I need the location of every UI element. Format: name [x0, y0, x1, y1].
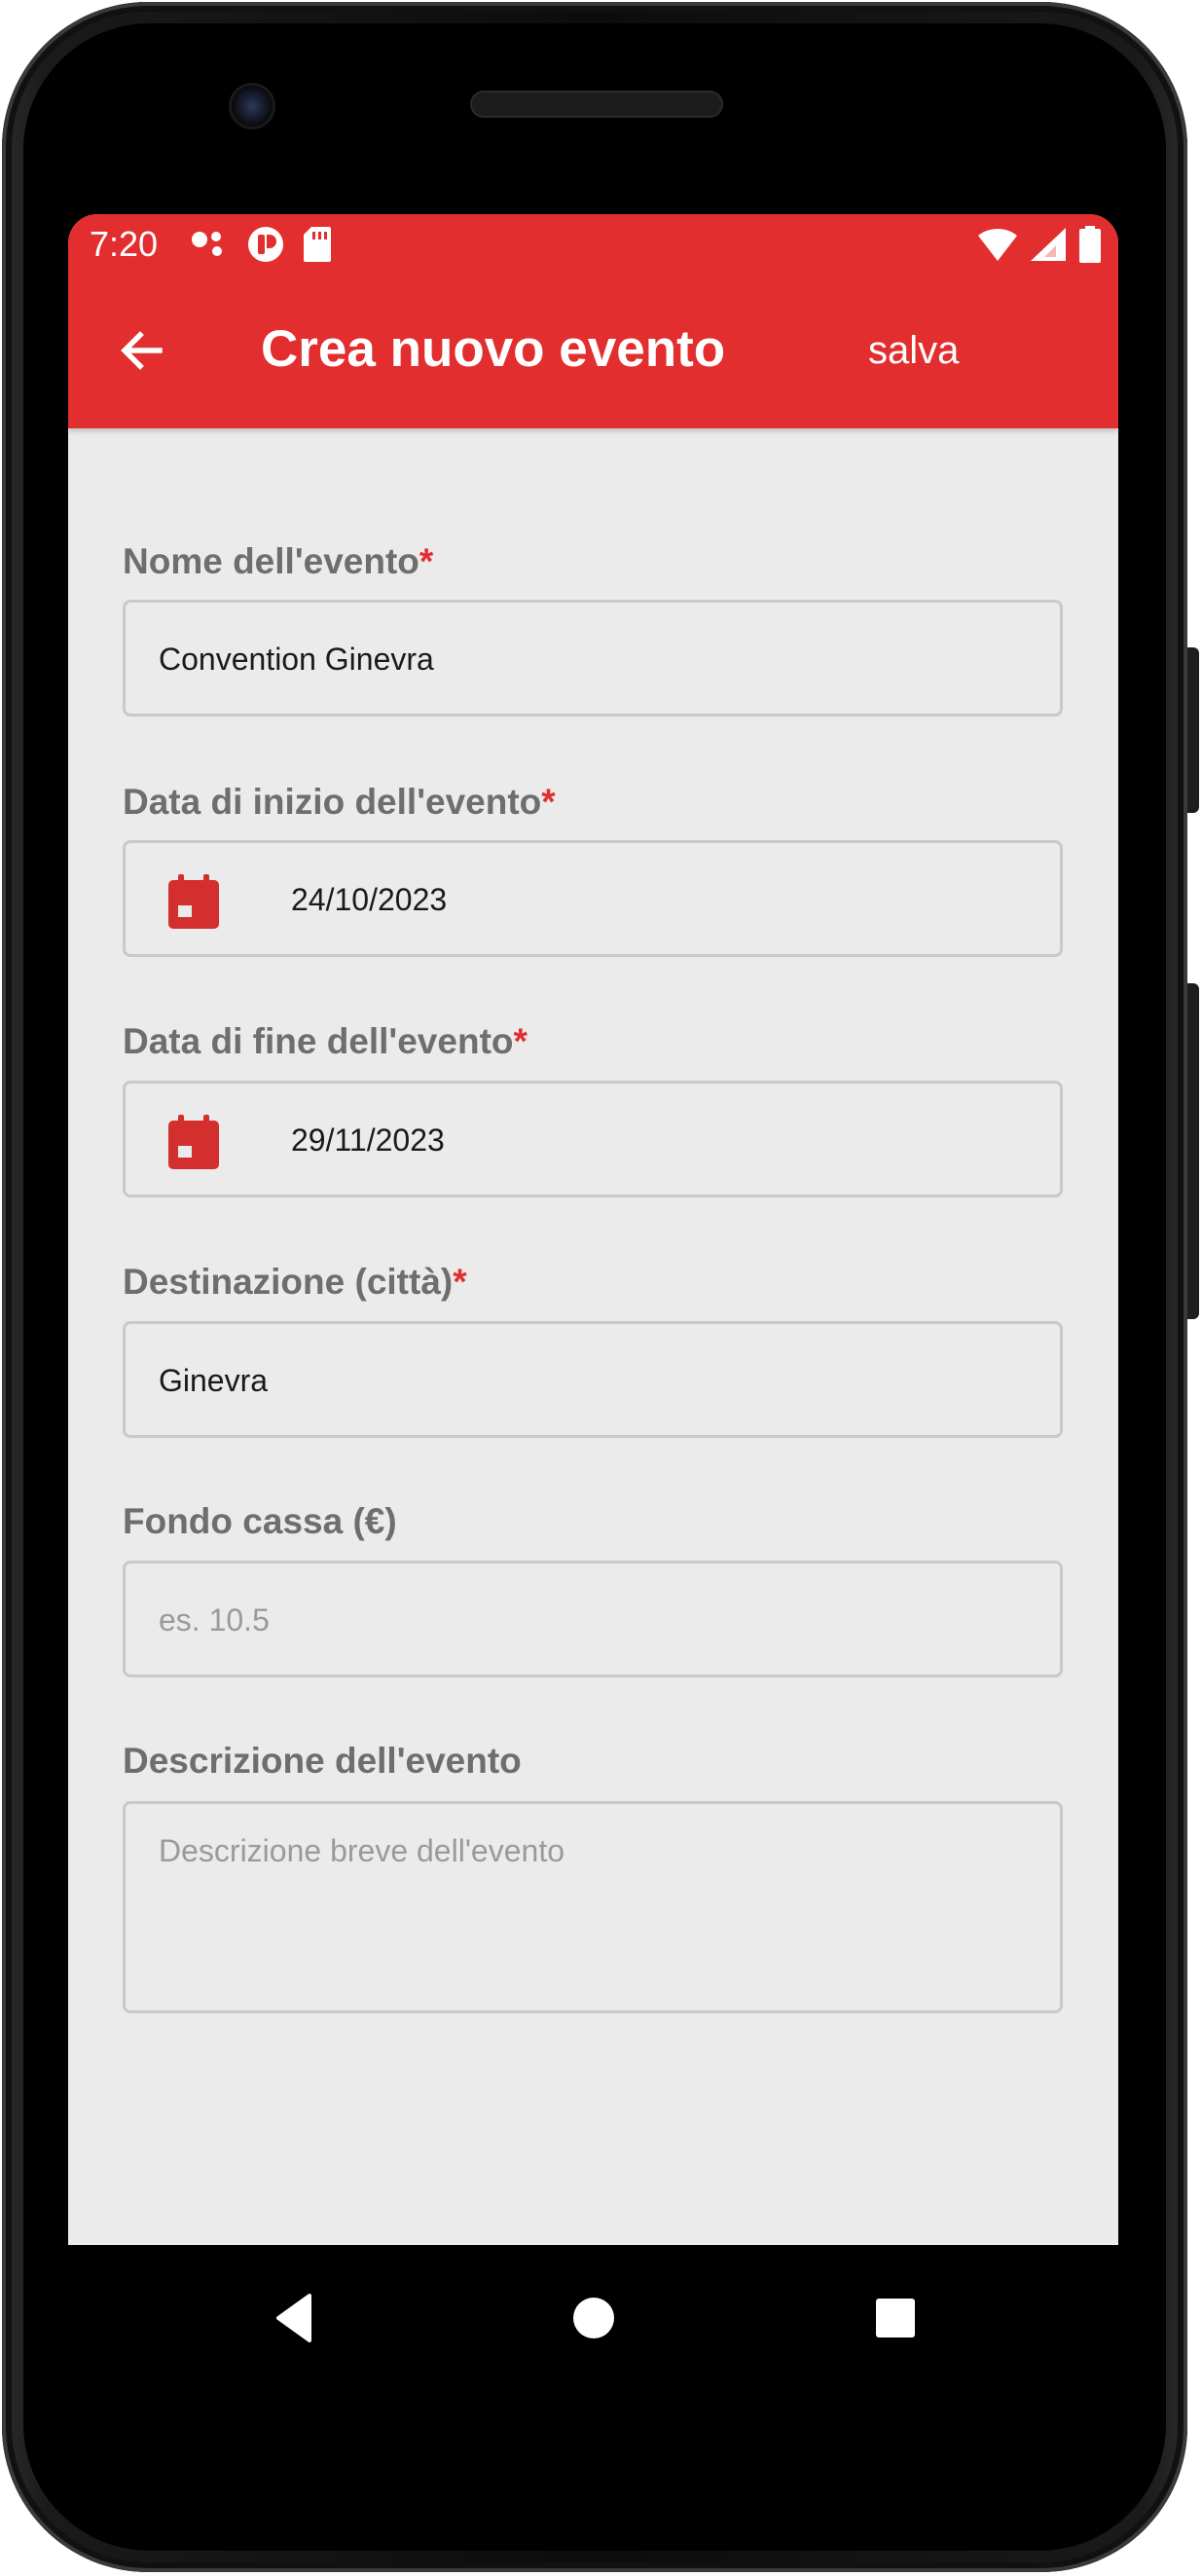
end-date-label: Data di fine dell'evento*: [123, 1021, 528, 1062]
required-marker: *: [513, 1021, 528, 1061]
destination-label: Destinazione (città)*: [123, 1262, 467, 1303]
description-placeholder: Descrizione breve dell'evento: [159, 1833, 565, 1868]
volume-button: [1187, 983, 1199, 1319]
app-bar: 7:20 Crea nuovo evento salva: [68, 214, 1118, 428]
nav-home-icon[interactable]: [560, 2284, 628, 2352]
start-date-field[interactable]: 24/10/2023: [123, 840, 1063, 957]
fund-field[interactable]: es. 10.5: [123, 1561, 1063, 1677]
event-name-label-text: Nome dell'evento: [123, 541, 419, 581]
fund-label: Fondo cassa (€): [123, 1501, 397, 1542]
sd-card-icon: [304, 227, 331, 262]
status-bar: 7:20: [68, 214, 1118, 278]
event-name-value: Convention Ginevra: [159, 642, 434, 677]
nav-back-icon[interactable]: [263, 2284, 331, 2352]
fund-placeholder: es. 10.5: [159, 1602, 270, 1638]
description-field[interactable]: Descrizione breve dell'evento: [123, 1801, 1063, 2013]
start-date-value: 24/10/2023: [291, 882, 448, 917]
description-label-text: Descrizione dell'evento: [123, 1741, 522, 1781]
power-button: [1187, 647, 1199, 813]
app-notification-icon: [248, 227, 283, 262]
event-name-field[interactable]: Convention Ginevra: [123, 600, 1063, 717]
wifi-icon: [978, 228, 1017, 261]
earpiece-speaker: [470, 91, 723, 118]
signal-icon: [1031, 228, 1066, 261]
start-date-label-text: Data di inizio dell'evento: [123, 782, 542, 822]
status-notification-icons: [191, 226, 331, 263]
end-date-label-text: Data di fine dell'evento: [123, 1021, 514, 1061]
destination-field[interactable]: Ginevra: [123, 1321, 1063, 1438]
required-marker: *: [419, 541, 434, 581]
end-date-value: 29/11/2023: [291, 1122, 445, 1158]
event-name-label: Nome dell'evento*: [123, 541, 433, 582]
save-button[interactable]: salva: [868, 329, 959, 373]
screen: 7:20 Crea nuovo evento salva Nome dell'e…: [68, 214, 1118, 2245]
end-date-field[interactable]: 29/11/2023: [123, 1081, 1063, 1197]
required-marker: *: [541, 782, 556, 822]
destination-value: Ginevra: [159, 1363, 269, 1398]
fund-label-text: Fondo cassa (€): [123, 1501, 397, 1541]
calendar-icon[interactable]: [168, 874, 219, 929]
page-title: Crea nuovo evento: [261, 320, 726, 378]
start-date-label: Data di inizio dell'evento*: [123, 782, 556, 823]
calendar-icon[interactable]: [168, 1115, 219, 1169]
front-camera: [232, 86, 273, 127]
destination-label-text: Destinazione (città): [123, 1262, 454, 1302]
back-arrow-icon[interactable]: [115, 323, 169, 378]
required-marker: *: [453, 1262, 467, 1302]
battery-icon: [1079, 226, 1101, 263]
system-navigation-bar: [68, 2245, 1118, 2401]
nav-recents-icon[interactable]: [861, 2284, 929, 2352]
status-time: 7:20: [90, 224, 159, 264]
assistant-dots-icon: [192, 232, 222, 256]
status-system-icons: [978, 226, 1101, 263]
description-label: Descrizione dell'evento: [123, 1741, 522, 1782]
